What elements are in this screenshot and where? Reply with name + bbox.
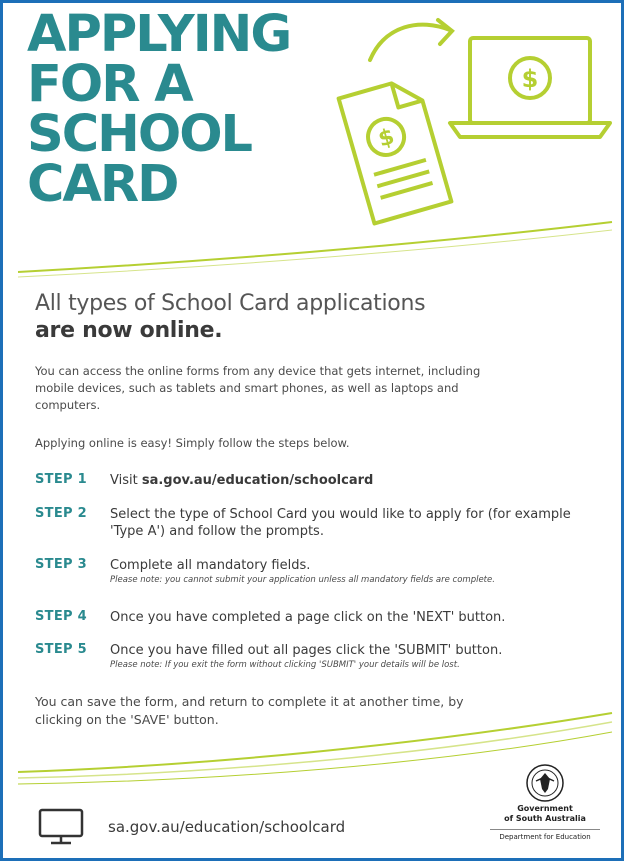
save-paragraph: You can save the form, and return to com… [35, 694, 464, 727]
document-icon: $ [336, 81, 454, 226]
step-text: Complete all mandatory fields. Please no… [110, 557, 580, 587]
state-crest-icon [526, 764, 564, 802]
government-logo: Government of South Australia Department… [490, 763, 600, 841]
step-label: STEP 2 [35, 506, 88, 521]
subtitle: All types of School Card applications ar… [35, 290, 426, 344]
step-label: STEP 3 [35, 557, 88, 572]
govt-line-1: Government [517, 804, 573, 813]
step-label: STEP 1 [35, 472, 88, 487]
step-url: sa.gov.au/education/schoolcard [141, 473, 374, 488]
subtitle-line-1: All types of School Card applications [35, 291, 426, 316]
footer-url: sa.gov.au/education/schoolcard [108, 818, 346, 836]
step-text-prefix: Visit [110, 473, 142, 488]
step-main-text: Complete all mandatory fields. [110, 558, 311, 573]
subtitle-line-2: are now online. [35, 318, 223, 343]
svg-text:$: $ [522, 65, 539, 93]
title-line: APPLYING [27, 5, 292, 64]
arrow-icon [368, 18, 455, 62]
monitor-icon [38, 808, 84, 845]
laptop-icon: $ [448, 36, 612, 139]
step-text: Once you have filled out all pages click… [110, 642, 580, 672]
step-label: STEP 4 [35, 609, 88, 624]
title-line: CARD [27, 155, 180, 214]
document-to-laptop-illustration: $ $ [336, 18, 612, 226]
govt-line-2: of South Australia [504, 814, 586, 823]
intro-paragraph: You can access the online forms from any… [35, 364, 481, 412]
step-text: Visit sa.gov.au/education/schoolcard [110, 472, 580, 489]
department-name: Department for Education [490, 829, 600, 841]
step-label: STEP 5 [35, 642, 88, 657]
step-main-text: Once you have filled out all pages click… [110, 643, 503, 658]
easy-paragraph: Applying online is easy! Simply follow t… [35, 436, 350, 450]
step-note: Please note: If you exit the form withou… [110, 660, 460, 670]
step-note: Please note: you cannot submit your appl… [110, 575, 495, 585]
step-text: Select the type of School Card you would… [110, 507, 571, 539]
title-line: SCHOOL [27, 105, 253, 164]
page-title: APPLYING FOR A SCHOOL CARD [27, 5, 292, 214]
title-line: FOR A [27, 55, 194, 114]
step-text: Once you have completed a page click on … [110, 610, 506, 625]
